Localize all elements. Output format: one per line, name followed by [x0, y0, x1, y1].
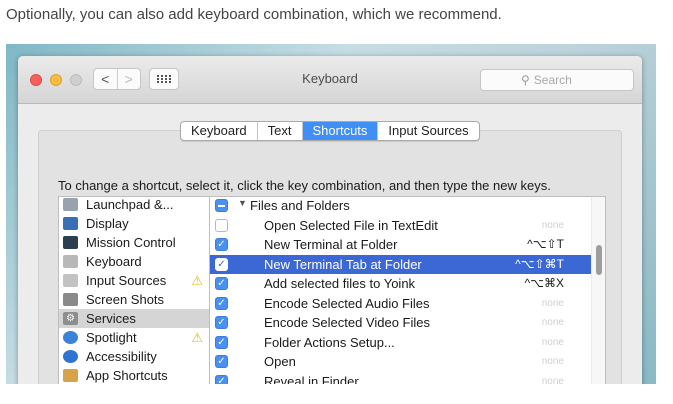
list-item[interactable]: ✓ Folder Actions Setup... none — [210, 333, 592, 353]
sidebar-item-label: Keyboard — [86, 254, 142, 269]
row-shortcut[interactable]: ^⌥⌘X — [525, 276, 564, 290]
sidebar-item-accessibility[interactable]: Accessibility — [59, 347, 209, 366]
accessibility-icon — [63, 350, 78, 363]
warning-icon: ⚠ — [191, 330, 203, 345]
list-item[interactable]: ✓ New Terminal at Folder ^⌥⇧T — [210, 235, 592, 255]
row-label: Encode Selected Video Files — [264, 315, 430, 330]
display-icon — [63, 217, 78, 230]
sidebar-item-label: Accessibility — [86, 349, 157, 364]
sidebar-item-input-sources[interactable]: Input Sources ⚠ — [59, 271, 209, 290]
search-placeholder: Search — [533, 73, 572, 87]
article-intro-text: Optionally, you can also add keyboard co… — [6, 6, 502, 23]
window-titlebar: < > Keyboard ⚲ Search — [18, 56, 642, 104]
list-item[interactable]: ✓ Reveal in Finder none — [210, 372, 592, 385]
vertical-scrollbar[interactable] — [591, 197, 605, 384]
screenshot-icon — [63, 293, 78, 306]
sidebar-item-launchpad[interactable]: Launchpad &... — [59, 195, 209, 214]
sidebar-item-screen-shots[interactable]: Screen Shots — [59, 290, 209, 309]
screenshot-frame: < > Keyboard ⚲ Search Keyboard Text Shor… — [6, 44, 656, 384]
sidebar-item-services[interactable]: ⚙ Services — [59, 309, 209, 328]
launchpad-icon — [63, 198, 78, 211]
keyboard-preferences-window: < > Keyboard ⚲ Search Keyboard Text Shor… — [18, 56, 642, 384]
sidebar-item-label: Spotlight — [86, 330, 137, 345]
row-label: New Terminal Tab at Folder — [264, 256, 422, 272]
tab-text[interactable]: Text — [256, 122, 302, 140]
input-sources-icon — [63, 274, 78, 287]
tab-shortcuts[interactable]: Shortcuts — [301, 122, 378, 140]
row-shortcut[interactable]: ^⌥⇧T — [527, 237, 564, 251]
sidebar-item-label: Services — [86, 311, 136, 326]
row-label: Folder Actions Setup... — [264, 334, 395, 350]
row-shortcut[interactable]: ^⌥⇧⌘T — [515, 257, 564, 271]
disclosure-triangle-icon[interactable]: ▼ — [238, 198, 247, 208]
mission-control-icon — [63, 236, 78, 249]
sidebar-item-label: Screen Shots — [86, 292, 165, 307]
sidebar-item-label: App Shortcuts — [86, 368, 168, 383]
sidebar-item-display[interactable]: Display — [59, 214, 209, 233]
row-checkbox[interactable]: ✓ — [215, 238, 228, 251]
list-item[interactable]: ✓ Encode Selected Audio Files none — [210, 294, 592, 314]
list-item[interactable]: ✓ Open none — [210, 352, 592, 372]
row-checkbox[interactable]: ✓ — [215, 316, 228, 329]
row-checkbox[interactable]: ✓ — [215, 374, 228, 384]
shortcut-category-list: Launchpad &... Display Mission Control K… — [58, 196, 210, 384]
sidebar-item-label: Input Sources — [86, 273, 167, 288]
tab-keyboard[interactable]: Keyboard — [181, 122, 257, 140]
row-label: Open Selected File in TextEdit — [264, 217, 438, 233]
row-label: Encode Selected Audio Files — [264, 295, 430, 311]
row-checkbox[interactable]: ✓ — [215, 277, 228, 290]
app-shortcuts-icon — [63, 369, 78, 382]
scrollbar-thumb[interactable] — [596, 245, 602, 275]
row-shortcut[interactable]: none — [542, 356, 564, 367]
list-group-row[interactable]: ▼ Files and Folders — [210, 196, 592, 216]
keyboard-icon — [63, 255, 78, 268]
sidebar-item-mission-control[interactable]: Mission Control — [59, 233, 209, 252]
sidebar-item-label: Launchpad &... — [86, 197, 174, 212]
sidebar-item-app-shortcuts[interactable]: App Shortcuts — [59, 366, 209, 384]
row-shortcut[interactable]: none — [542, 376, 564, 385]
list-item[interactable]: Open Selected File in TextEdit none — [210, 216, 592, 236]
row-checkbox[interactable]: ✓ — [215, 335, 228, 349]
tab-bar: Keyboard Text Shortcuts Input Sources — [180, 121, 480, 141]
search-input[interactable]: ⚲ Search — [480, 69, 634, 91]
row-shortcut[interactable]: none — [542, 220, 564, 231]
list-item[interactable]: ✓ Add selected files to Yoink ^⌥⌘X — [210, 274, 592, 294]
group-checkbox[interactable] — [215, 199, 228, 212]
row-label: Reveal in Finder — [264, 373, 359, 385]
sidebar-item-spotlight[interactable]: Spotlight ⚠ — [59, 328, 209, 347]
row-shortcut[interactable]: none — [542, 317, 564, 328]
tab-input-sources[interactable]: Input Sources — [377, 122, 478, 140]
row-shortcut[interactable]: none — [542, 298, 564, 309]
row-checkbox[interactable]: ✓ — [215, 296, 228, 310]
row-checkbox[interactable]: ✓ — [215, 355, 228, 368]
warning-icon: ⚠ — [191, 273, 203, 288]
search-icon: ⚲ — [521, 73, 530, 87]
row-checkbox[interactable]: ✓ — [215, 257, 228, 271]
row-checkbox[interactable] — [215, 218, 228, 232]
row-label: Add selected files to Yoink — [264, 276, 416, 291]
instruction-text: To change a shortcut, select it, click t… — [58, 178, 551, 193]
services-gear-icon: ⚙ — [63, 312, 78, 325]
sidebar-item-label: Mission Control — [86, 235, 176, 250]
row-label: New Terminal at Folder — [264, 237, 398, 252]
list-item[interactable]: ✓ Encode Selected Video Files none — [210, 313, 592, 333]
spotlight-icon — [63, 331, 78, 344]
list-item-selected[interactable]: ✓ New Terminal Tab at Folder ^⌥⇧⌘T — [210, 254, 592, 274]
row-label: Open — [264, 354, 296, 369]
row-shortcut[interactable]: none — [542, 337, 564, 348]
group-label: Files and Folders — [250, 198, 350, 213]
sidebar-item-keyboard[interactable]: Keyboard — [59, 252, 209, 271]
sidebar-item-label: Display — [86, 216, 129, 231]
shortcut-list: ▼ Files and Folders Open Selected File i… — [210, 196, 606, 384]
